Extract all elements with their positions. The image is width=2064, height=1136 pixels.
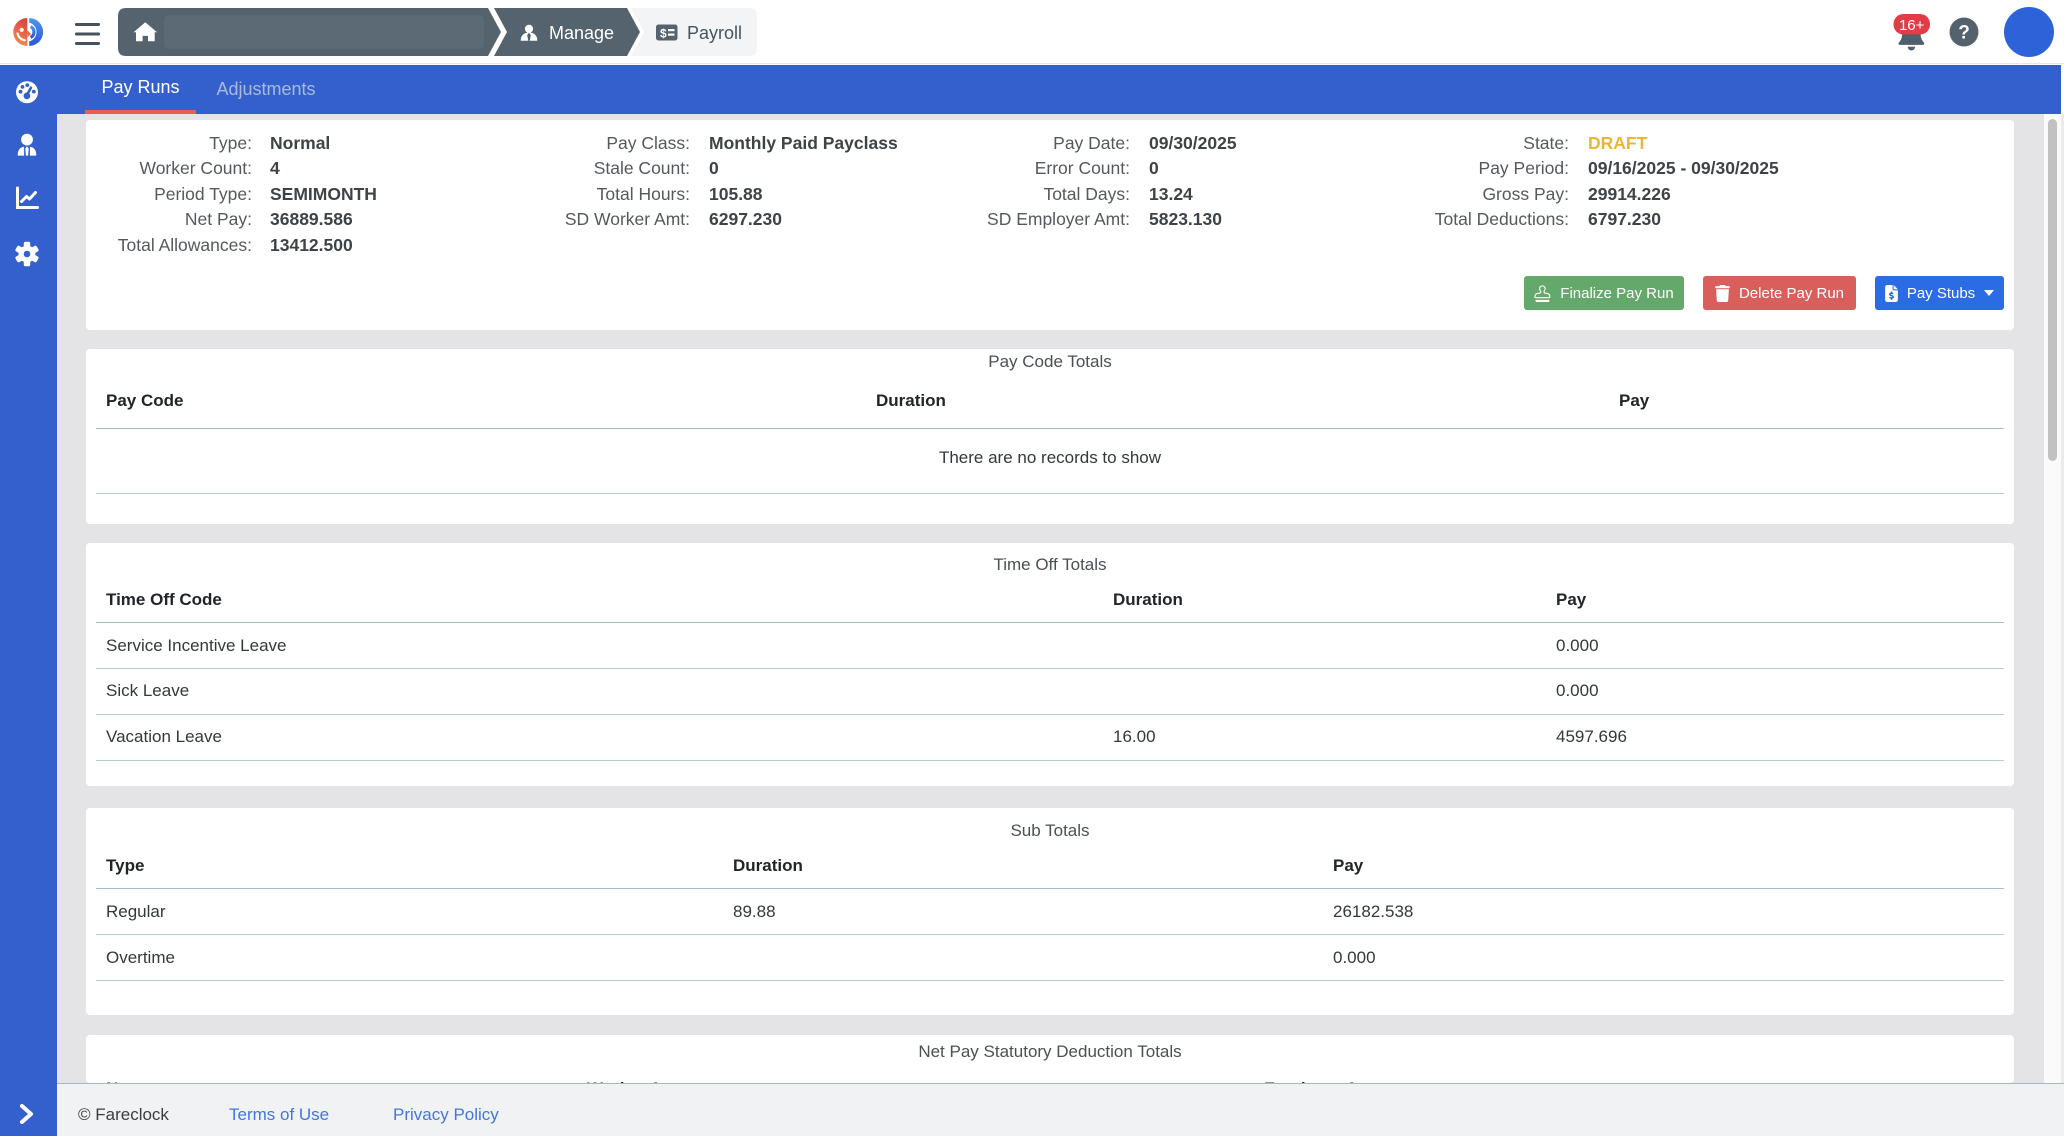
svg-text:Payroll: Payroll	[687, 23, 742, 43]
svg-text:16+: 16+	[1899, 17, 1925, 34]
svg-text:Manage: Manage	[549, 23, 614, 43]
svg-text:?: ?	[1958, 23, 1970, 44]
svg-text:$: $	[660, 27, 667, 41]
